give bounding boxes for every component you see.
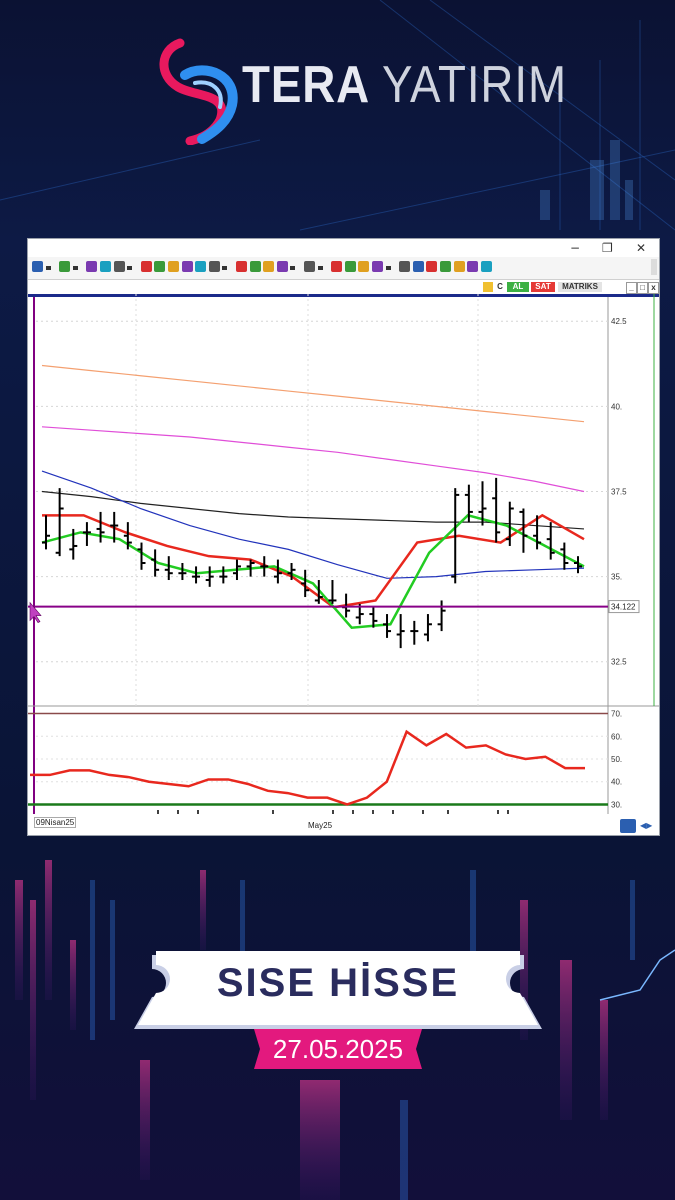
order-bar: C AL SAT MATRIKS _ □ x [28, 280, 659, 294]
phone-icon[interactable] [208, 261, 220, 272]
banner-title: SISE HİSSE [216, 961, 460, 1005]
panel-maximize-button[interactable]: □ [637, 282, 648, 294]
brand-name-part2: YATIRIM [381, 56, 567, 114]
title-bar: − ❐ ✕ [28, 239, 659, 257]
y-tick-label: 37.5 [611, 487, 627, 496]
date-badge: 27.05.2025 [250, 1027, 426, 1071]
table-icon[interactable] [236, 261, 247, 272]
price-marker-label: 34.122 [611, 603, 636, 612]
user-icon[interactable] [168, 261, 179, 272]
brand-swirl-icon [159, 38, 238, 145]
close-button[interactable]: ✕ [636, 241, 646, 255]
sell-button[interactable]: SAT [531, 282, 555, 292]
trading-app-window: − ❐ ✕ C AL SAT MATRIKS _ □ x 42.5 40. 37.5… [27, 238, 660, 836]
y-tick-label: 40. [611, 402, 622, 411]
settings-icon[interactable] [480, 261, 492, 272]
osc-tick-label: 60. [611, 732, 622, 741]
chart-icon[interactable] [263, 261, 275, 272]
lightning-icon[interactable] [483, 282, 493, 292]
buy-button[interactable]: AL [507, 282, 529, 292]
u-icon[interactable] [32, 261, 43, 272]
triangle-icon[interactable] [412, 261, 424, 272]
osc-tick-label: 50. [611, 755, 622, 764]
c-button[interactable]: C [495, 282, 505, 292]
arrow-icon[interactable] [317, 266, 323, 270]
arrow-icon[interactable] [385, 266, 391, 270]
y-tick-label: 35. [611, 573, 622, 582]
date-label-may: May25 [308, 821, 333, 830]
date-label-start: 09Nisan25 [34, 817, 77, 828]
title-banner: SISE HİSSE [130, 947, 546, 1039]
chart-icon[interactable] [181, 261, 193, 272]
grid-icon[interactable] [195, 261, 207, 272]
share-icon[interactable] [249, 261, 261, 272]
date-axis: 09Nisan25 May25 ◀▶ [28, 815, 659, 835]
book-icon[interactable] [304, 261, 315, 272]
arrow-icon[interactable] [222, 266, 228, 270]
arrow-icon[interactable] [45, 266, 51, 270]
calc-icon[interactable] [453, 261, 465, 272]
osc-tick-label: 70. [611, 710, 622, 719]
brand-name-part1: TERA [242, 56, 369, 114]
brand-name: TERA YATIRIM [242, 55, 567, 115]
matriks-label: MATRIKS [558, 282, 602, 292]
bell-icon[interactable] [426, 261, 438, 272]
toolbar-scrollbar[interactable] [651, 259, 657, 275]
chart-icon[interactable] [358, 261, 370, 272]
panel-close-button[interactable]: x [648, 282, 659, 294]
y-tick-label: 32.5 [611, 658, 627, 667]
osc-tick-label: 40. [611, 778, 622, 787]
panel-minimize-button[interactable]: _ [626, 282, 637, 294]
search-icon[interactable] [276, 261, 288, 272]
edit-icon[interactable] [372, 261, 383, 272]
edit-icon[interactable] [399, 261, 411, 272]
brand-logo: TERA YATIRIM [150, 35, 566, 145]
arrow-icon[interactable] [72, 266, 78, 270]
banner-date: 27.05.2025 [272, 1034, 404, 1064]
globe-icon[interactable] [59, 261, 71, 272]
price-chart[interactable]: 42.5 40. 37.5 35. 32.5 34.122 70. 60. 50. 40. 30. [28, 294, 659, 814]
arrow-icon[interactable] [290, 266, 296, 270]
arrow-icon[interactable] [127, 266, 133, 270]
fx-icon[interactable] [154, 261, 166, 272]
news-icon[interactable] [86, 261, 98, 272]
nav-arrows-icon[interactable]: ◀▶ [640, 821, 652, 830]
chart-top-border [28, 294, 659, 297]
toolbar [28, 257, 659, 280]
minimize-button[interactable]: − [570, 241, 580, 255]
v-icon[interactable] [331, 261, 343, 272]
m-icon[interactable] [113, 261, 125, 272]
scroll-icon[interactable] [620, 819, 636, 833]
y-tick-label: 42.5 [611, 317, 627, 326]
maximize-button[interactable]: ❐ [602, 241, 613, 255]
grid-icon[interactable] [344, 261, 356, 272]
mail-icon[interactable] [100, 261, 111, 272]
osc-tick-label: 30. [611, 800, 622, 809]
chart-icon[interactable] [140, 261, 152, 272]
mail-icon[interactable] [440, 261, 451, 272]
chat-icon[interactable] [467, 261, 479, 272]
